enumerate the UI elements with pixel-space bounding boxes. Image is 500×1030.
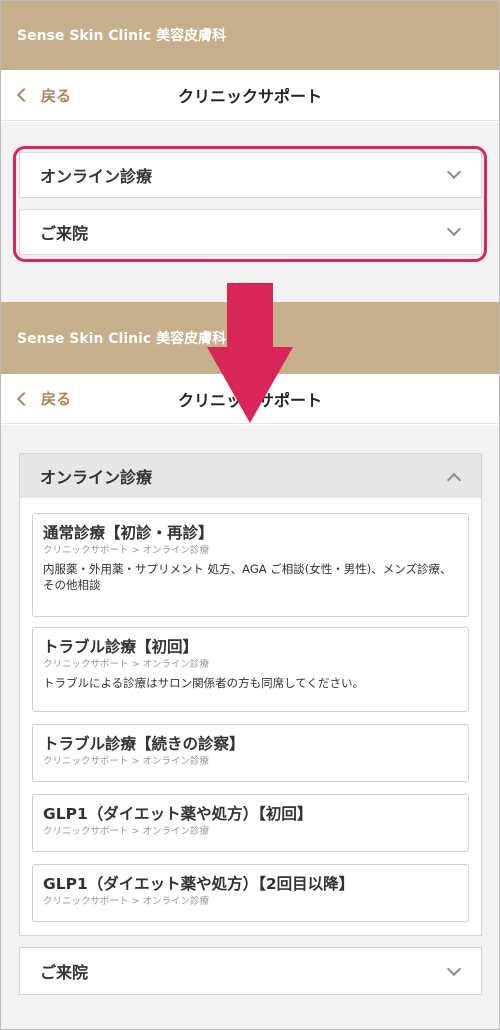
chevron-up-icon <box>446 472 462 488</box>
card-breadcrumb: クリニックサポート > オンライン診療 <box>43 756 209 767</box>
arrow-down-icon <box>207 283 293 423</box>
brand-header: Sense Skin Clinic 美容皮膚科 <box>0 0 500 70</box>
brand-name: Sense Skin Clinic 美容皮膚科 <box>17 331 227 347</box>
card-breadcrumb: クリニックサポート > オンライン診療 <box>43 896 209 907</box>
card-breadcrumb: クリニックサポート > オンライン診療 <box>43 545 209 556</box>
page-title: クリニックサポート <box>177 87 322 106</box>
highlight-frame <box>13 146 487 262</box>
card-title: 通常診療【初診・再診】 <box>43 524 214 542</box>
card-description: トラブルによる診療はサロン関係者の方も同席してください。 <box>43 676 364 690</box>
accordion-online-expanded[interactable]: オンライン診療 <box>19 453 482 499</box>
accordion-visit[interactable]: ご来院 <box>19 947 482 995</box>
accordion-visit-label: ご来院 <box>40 963 89 982</box>
menu-card-glp1-repeat[interactable]: GLP1（ダイエット薬や処方）【2回目以降】 クリニックサポート > オンライン… <box>32 864 469 922</box>
menu-card-regular[interactable]: 通常診療【初診・再診】 クリニックサポート > オンライン診療 内服薬・外用薬・… <box>32 513 469 617</box>
accordion-online-label: オンライン診療 <box>40 468 153 487</box>
menu-card-trouble-first[interactable]: トラブル診療【初回】 クリニックサポート > オンライン診療 トラブルによる診療… <box>32 627 469 712</box>
brand-name: Sense Skin Clinic 美容皮膚科 <box>17 28 227 44</box>
accordion-online-panel: 通常診療【初診・再診】 クリニックサポート > オンライン診療 内服薬・外用薬・… <box>19 498 482 936</box>
card-breadcrumb: クリニックサポート > オンライン診療 <box>43 826 209 837</box>
menu-card-trouble-followup[interactable]: トラブル診療【続きの診察】 クリニックサポート > オンライン診療 <box>32 724 469 782</box>
nav-bar: 戻る クリニックサポート <box>0 70 500 121</box>
card-description: 内服薬・外用薬・サプリメント 処方、AGA ご相談(女性・男性)、メンズ診療、そ… <box>43 562 452 592</box>
chevron-down-icon <box>446 961 462 977</box>
card-title: トラブル診療【続きの診察】 <box>43 735 245 753</box>
menu-card-glp1-first[interactable]: GLP1（ダイエット薬や処方）【初回】 クリニックサポート > オンライン診療 <box>32 794 469 852</box>
card-title: トラブル診療【初回】 <box>43 638 199 656</box>
card-breadcrumb: クリニックサポート > オンライン診療 <box>43 659 209 670</box>
card-title: GLP1（ダイエット薬や処方）【初回】 <box>43 805 313 823</box>
card-title: GLP1（ダイエット薬や処方）【2回目以降】 <box>43 875 355 893</box>
